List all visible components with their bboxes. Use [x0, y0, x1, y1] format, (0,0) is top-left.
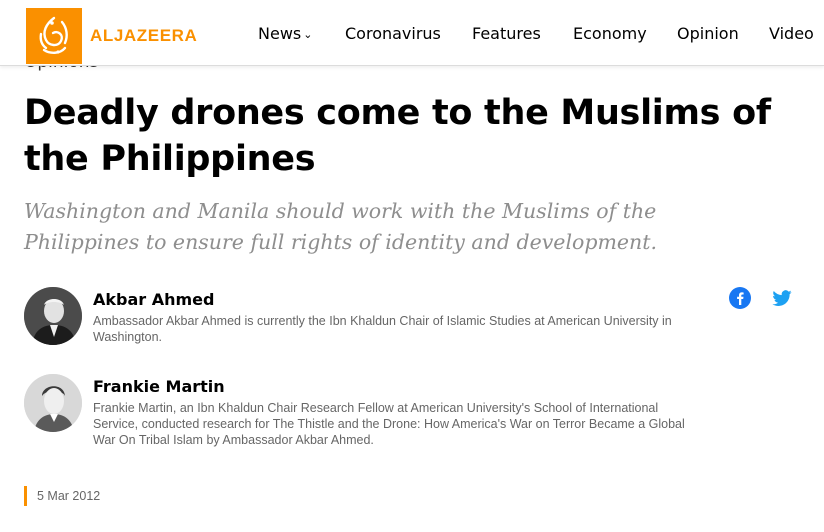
nav-item-economy[interactable]: Economy: [573, 24, 647, 43]
author-bio: Ambassador Akbar Ahmed is currently the …: [93, 314, 672, 344]
twitter-icon: [772, 290, 792, 306]
aljazeera-logo-icon: [39, 16, 68, 54]
nav-item-video[interactable]: Video: [769, 24, 814, 43]
author-bio: Frankie Martin, an Ibn Khaldun Chair Res…: [93, 401, 685, 447]
avatar[interactable]: [24, 374, 82, 432]
facebook-icon: [729, 287, 751, 309]
brand-name[interactable]: ALJAZEERA: [90, 26, 197, 46]
date-accent-bar: [24, 486, 27, 506]
article-headline: Deadly drones come to the Muslims of the…: [24, 93, 771, 179]
twitter-share-button[interactable]: [771, 287, 793, 309]
nav-item-opinion[interactable]: Opinion: [677, 24, 739, 43]
article-standfirst: Washington and Manila should work with t…: [24, 199, 657, 254]
author-name[interactable]: Frankie Martin: [93, 377, 225, 396]
site-header: ALJAZEERA News ⌄ Coronavirus Features Eco…: [0, 0, 824, 66]
nav-item-news[interactable]: News ⌄: [258, 24, 312, 43]
nav-item-label: News: [258, 24, 302, 43]
author-photo-icon: [24, 374, 82, 432]
avatar[interactable]: [24, 287, 82, 345]
author-photo-icon: [24, 287, 82, 345]
aljazeera-logo[interactable]: [26, 8, 82, 64]
chevron-down-icon: ⌄: [303, 28, 313, 41]
nav-item-coronavirus[interactable]: Coronavirus: [345, 24, 441, 43]
facebook-share-button[interactable]: [729, 287, 751, 309]
author-name[interactable]: Akbar Ahmed: [93, 290, 214, 309]
publish-date: 5 Mar 2012: [37, 489, 101, 503]
nav-item-features[interactable]: Features: [472, 24, 541, 43]
